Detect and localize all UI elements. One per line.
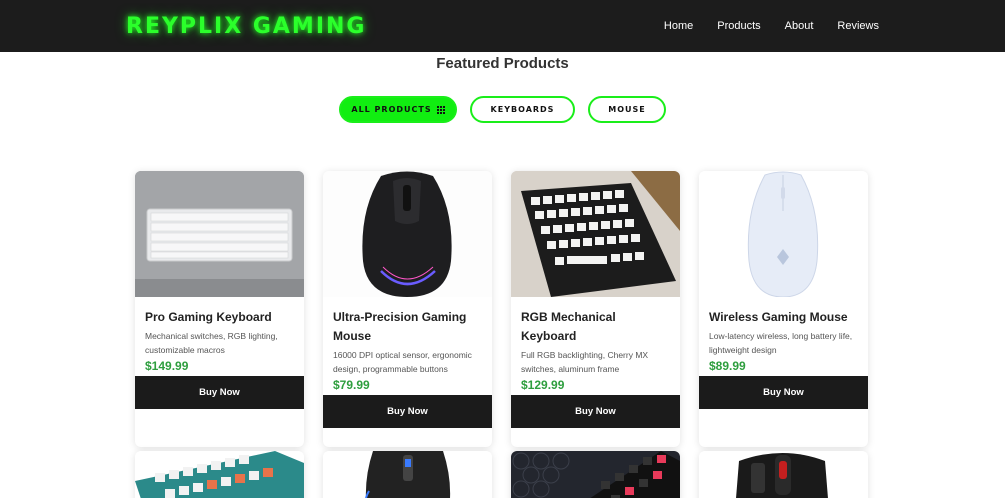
product-description: 16000 DPI optical sensor, ergonomic desi…: [333, 350, 472, 374]
product-grid: Pro Gaming Keyboard Mechanical switches,…: [135, 171, 868, 447]
product-image[interactable]: [511, 451, 680, 498]
nav-link-reviews[interactable]: Reviews: [837, 20, 879, 32]
section-title: Featured Products: [436, 55, 569, 72]
product-image[interactable]: [135, 451, 304, 498]
product-card: Wireless Gaming Mouse Low-latency wirele…: [699, 171, 868, 447]
product-name: Wireless Gaming Mouse: [709, 310, 848, 324]
product-image[interactable]: [699, 451, 868, 498]
product-description: Full RGB backlighting, Cherry MX switche…: [521, 350, 649, 374]
product-grid-second-row: [135, 451, 868, 498]
product-price: $129.99: [521, 378, 565, 392]
product-description: Mechanical switches, RGB lighting, custo…: [145, 331, 278, 355]
filter-all-products-button[interactable]: ALL PRODUCTS: [339, 96, 457, 123]
product-description: Low-latency wireless, long battery life,…: [709, 331, 853, 355]
product-name: Ultra-Precision Gaming Mouse: [333, 310, 467, 343]
buy-now-button[interactable]: Buy Now: [135, 376, 304, 409]
filter-label: KEYBOARDS: [490, 105, 555, 114]
product-price: $149.99: [145, 359, 189, 373]
filter-bar: ALL PRODUCTS KEYBOARDS MOUSE: [0, 96, 1005, 123]
filter-label: ALL PRODUCTS: [351, 105, 432, 114]
product-image[interactable]: [699, 171, 868, 297]
navbar: REYPLIX GAMING Home Products About Revie…: [0, 0, 1005, 52]
grid-icon: [436, 105, 445, 114]
nav-link-products[interactable]: Products: [717, 20, 760, 32]
product-name: RGB Mechanical Keyboard: [521, 310, 616, 343]
filter-label: MOUSE: [608, 105, 646, 114]
product-image[interactable]: [135, 171, 304, 297]
product-image[interactable]: [323, 171, 492, 297]
product-price: $89.99: [709, 359, 746, 373]
product-image[interactable]: [323, 451, 492, 498]
filter-mouse-button[interactable]: MOUSE: [588, 96, 666, 123]
nav-link-about[interactable]: About: [785, 20, 814, 32]
product-price: $79.99: [333, 378, 370, 392]
nav-link-home[interactable]: Home: [664, 20, 693, 32]
buy-now-button[interactable]: Buy Now: [511, 395, 680, 428]
product-image[interactable]: [511, 171, 680, 297]
product-card: RGB Mechanical Keyboard Full RGB backlig…: [511, 171, 680, 447]
product-card: Ultra-Precision Gaming Mouse 16000 DPI o…: [323, 171, 492, 447]
filter-keyboards-button[interactable]: KEYBOARDS: [470, 96, 575, 123]
nav-links: Home Products About Reviews: [664, 20, 879, 32]
buy-now-button[interactable]: Buy Now: [323, 395, 492, 428]
product-card: Pro Gaming Keyboard Mechanical switches,…: [135, 171, 304, 447]
product-name: Pro Gaming Keyboard: [145, 310, 272, 324]
buy-now-button[interactable]: Buy Now: [699, 376, 868, 409]
brand-logo[interactable]: REYPLIX GAMING: [126, 14, 366, 39]
